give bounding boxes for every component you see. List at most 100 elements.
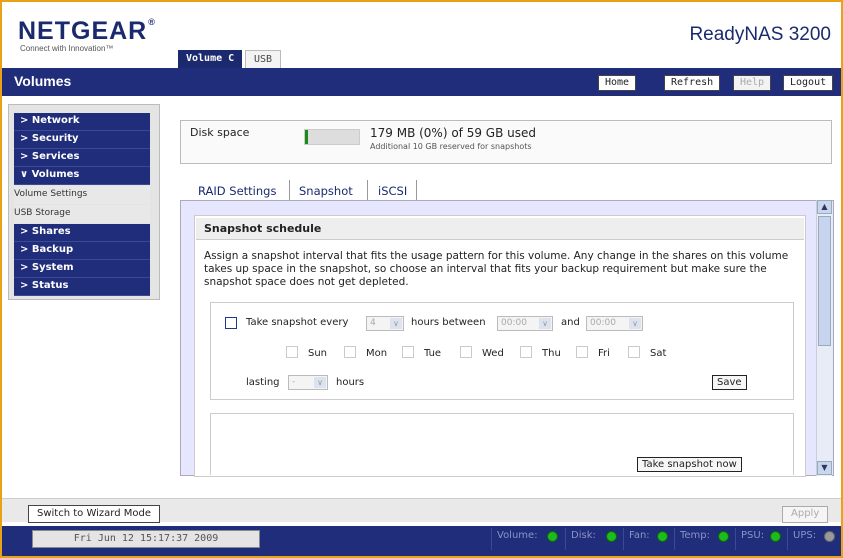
sidebar-item-status[interactable]: > Status [14, 278, 150, 296]
status-fan-led-icon[interactable] [657, 531, 668, 542]
status-temp-led-icon[interactable] [718, 531, 729, 542]
status-fan-label: Fan: [629, 530, 650, 541]
status-divider [491, 528, 492, 550]
take-snapshot-checkbox[interactable] [225, 317, 237, 329]
day-label: Thu [542, 348, 561, 359]
help-button[interactable]: Help [733, 75, 772, 91]
apply-button[interactable]: Apply [782, 506, 829, 523]
to-time-select[interactable]: 00:00 ∨ [586, 316, 643, 331]
status-ups-led-icon[interactable] [824, 531, 835, 542]
interval-value: 4 [370, 318, 376, 328]
sidebar-item-system[interactable]: > System [14, 260, 150, 278]
sidebar-item-label: Services [31, 151, 80, 162]
logo-tagline: Connect with Innovation™ [20, 44, 114, 53]
logout-button[interactable]: Logout [783, 75, 834, 91]
status-psu-led-icon[interactable] [770, 531, 781, 542]
day-label: Sat [650, 348, 667, 359]
sidebar-item-label: Security [31, 133, 79, 144]
disk-reserved-text: Additional 10 GB reserved for snapshots [370, 142, 532, 151]
status-ups-label: UPS: [793, 530, 817, 541]
day-checkbox-thu[interactable] [520, 346, 532, 358]
day-label: Tue [424, 348, 442, 359]
chevron-right-icon: > [20, 151, 32, 162]
sidebar-subitem-volume-settings[interactable]: Volume Settings [14, 186, 150, 204]
home-button[interactable]: Home [598, 75, 637, 91]
scroll-up-icon[interactable]: ▲ [817, 200, 832, 214]
lasting-select[interactable]: - ∨ [288, 375, 328, 390]
sidebar-item-shares[interactable]: > Shares [14, 224, 150, 242]
sidebar-item-services[interactable]: > Services [14, 149, 150, 167]
sidebar-item-volumes[interactable]: ∨ Volumes [14, 167, 150, 185]
product-name: ReadyNAS 3200 [689, 24, 831, 45]
netgear-logo: NETGEAR® [18, 17, 156, 46]
chevron-right-icon: > [20, 115, 32, 126]
interval-select[interactable]: 4 ∨ [366, 316, 404, 331]
status-volume-label: Volume: [497, 530, 538, 541]
sidebar-item-backup[interactable]: > Backup [14, 242, 150, 260]
sidebar-item-network[interactable]: > Network [14, 113, 150, 131]
status-temp-label: Temp: [680, 530, 711, 541]
save-button[interactable]: Save [712, 375, 747, 390]
disk-used-text: 179 MB (0%) of 59 GB used [370, 126, 537, 140]
and-label: and [561, 317, 580, 328]
sidebar-item-security[interactable]: > Security [14, 131, 150, 149]
chevron-right-icon: > [20, 280, 32, 291]
tab-divider [416, 180, 417, 200]
day-checkbox-tue[interactable] [402, 346, 414, 358]
disk-space-label: Disk space [190, 126, 250, 139]
snapshot-schedule-title: Snapshot schedule [196, 218, 804, 240]
status-divider [623, 528, 624, 550]
chevron-down-icon: ∨ [539, 318, 551, 329]
snapshot-description: Assign a snapshot interval that fits the… [204, 250, 789, 288]
refresh-button[interactable]: Refresh [664, 75, 721, 91]
sidebar-item-label: Volumes [31, 169, 80, 180]
sidebar-item-label: Network [31, 115, 80, 126]
disk-usage-bar-fill [305, 130, 308, 144]
chevron-down-icon: ∨ [314, 377, 326, 388]
chevron-right-icon: > [20, 262, 32, 273]
from-time-value: 00:00 [501, 318, 527, 328]
scrollbar-thumb[interactable] [818, 216, 831, 346]
datetime-display: Fri Jun 12 15:17:37 2009 [32, 530, 260, 548]
take-snapshot-label: Take snapshot every [246, 317, 349, 328]
status-divider [565, 528, 566, 550]
lasting-value: - [292, 377, 296, 387]
chevron-right-icon: > [20, 133, 32, 144]
tab-divider [367, 180, 368, 200]
day-checkbox-sat[interactable] [628, 346, 640, 358]
day-checkbox-sun[interactable] [286, 346, 298, 358]
status-volume-led-icon[interactable] [547, 531, 558, 542]
status-divider [735, 528, 736, 550]
from-time-select[interactable]: 00:00 ∨ [497, 316, 553, 331]
day-checkbox-wed[interactable] [460, 346, 472, 358]
status-disk-label: Disk: [571, 530, 596, 541]
tab-divider [289, 180, 290, 200]
hours-label: hours [336, 377, 365, 388]
disk-usage-bar [304, 129, 360, 145]
status-psu-label: PSU: [741, 530, 765, 541]
page-title: Volumes [14, 73, 72, 89]
chevron-right-icon: > [20, 226, 32, 237]
day-label: Sun [308, 348, 328, 359]
chevron-right-icon: > [20, 244, 32, 255]
sidebar-subitem-usb-storage[interactable]: USB Storage [14, 205, 150, 223]
sidebar-item-label: System [31, 262, 74, 273]
sidebar-item-label: Status [31, 280, 69, 291]
hours-between-label: hours between [411, 317, 486, 328]
tab-volume-c[interactable]: Volume C [178, 50, 243, 68]
tab-usb[interactable]: USB [245, 50, 282, 68]
take-snapshot-now-button[interactable]: Take snapshot now [637, 457, 742, 472]
status-divider [674, 528, 675, 550]
day-label: Fri [598, 348, 610, 359]
chevron-down-icon: ∨ [20, 169, 32, 180]
day-checkbox-fri[interactable] [576, 346, 588, 358]
switch-to-wizard-button[interactable]: Switch to Wizard Mode [28, 505, 160, 523]
status-disk-led-icon[interactable] [606, 531, 617, 542]
day-label: Wed [482, 348, 504, 359]
day-label: Mon [366, 348, 388, 359]
day-checkbox-mon[interactable] [344, 346, 356, 358]
scroll-down-icon[interactable]: ▼ [817, 461, 832, 475]
to-time-value: 00:00 [590, 318, 616, 328]
sidebar-item-label: Backup [31, 244, 74, 255]
chevron-down-icon: ∨ [390, 318, 402, 329]
